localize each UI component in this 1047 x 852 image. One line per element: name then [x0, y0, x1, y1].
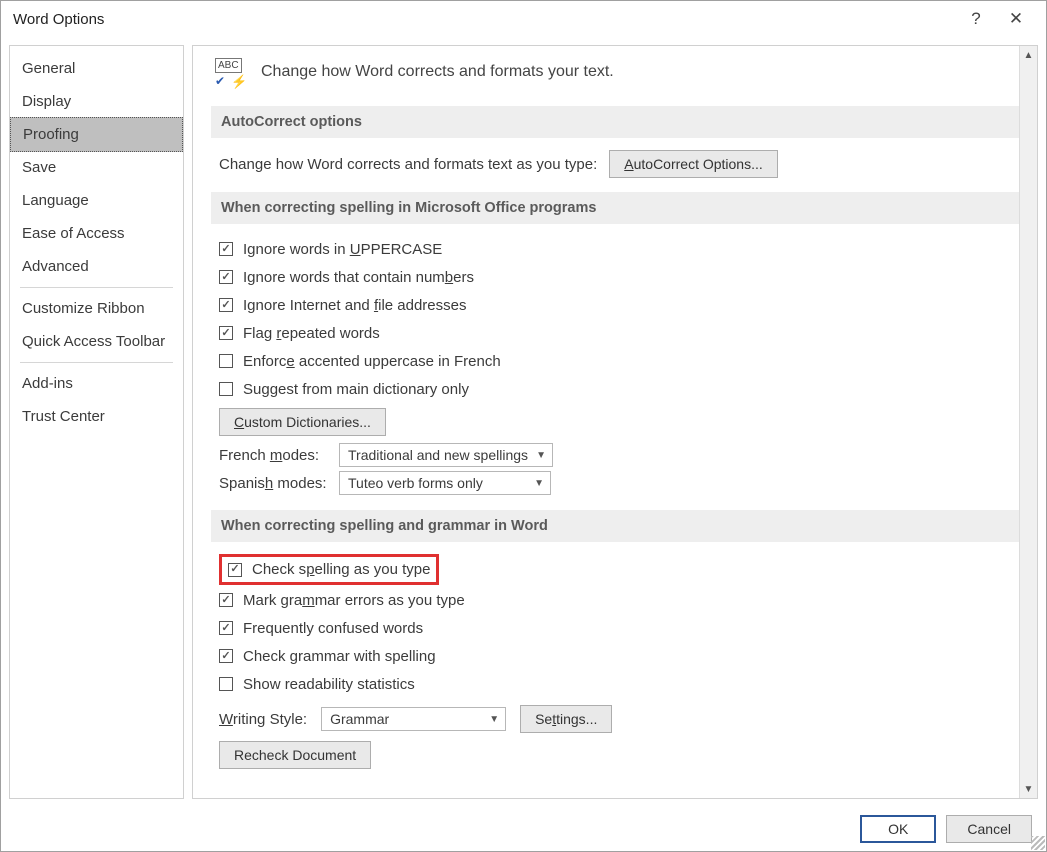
sidebar-item-custribbon[interactable]: Customize Ribbon: [10, 292, 183, 325]
page-header-text: Change how Word corrects and formats you…: [261, 63, 614, 81]
french-modes-label: French modes:: [219, 447, 329, 464]
sidebar-item-language[interactable]: Language: [10, 184, 183, 217]
content-area: ABC ✔ ⚡ Change how Word corrects and for…: [193, 46, 1037, 798]
close-icon[interactable]: ✕: [996, 9, 1036, 29]
autocorrect-options-button[interactable]: AutoCorrect Options...: [609, 150, 778, 178]
writing-style-select[interactable]: Grammar▼: [321, 707, 506, 731]
resize-grip-icon[interactable]: [1031, 836, 1045, 850]
cancel-button[interactable]: Cancel: [946, 815, 1032, 843]
page-header: ABC ✔ ⚡ Change how Word corrects and for…: [211, 46, 1019, 100]
main-panel: ABC ✔ ⚡ Change how Word corrects and for…: [192, 45, 1038, 799]
lbl-flag-repeated: Flag repeated words: [243, 325, 380, 342]
french-modes-select[interactable]: Traditional and new spellings▼: [339, 443, 553, 467]
scroll-up-icon[interactable]: ▲: [1020, 46, 1037, 64]
dialog-footer: OK Cancel: [1, 807, 1046, 851]
lbl-grammar-spelling: Check grammar with spelling: [243, 648, 436, 665]
chk-readability[interactable]: [219, 677, 233, 691]
chk-grammar-spelling[interactable]: [219, 649, 233, 663]
chk-ignore-numbers[interactable]: [219, 270, 233, 284]
scrollbar[interactable]: ▲ ▼: [1019, 46, 1037, 798]
help-icon[interactable]: ?: [956, 9, 996, 29]
chevron-down-icon: ▼: [489, 714, 499, 725]
lbl-ignore-numbers: Ignore words that contain numbers: [243, 269, 474, 286]
lbl-main-dict: Suggest from main dictionary only: [243, 381, 469, 398]
chk-ignore-uppercase[interactable]: [219, 242, 233, 256]
section-autocorrect: AutoCorrect options: [211, 106, 1019, 138]
chk-main-dict[interactable]: [219, 382, 233, 396]
lbl-ignore-internet: Ignore Internet and file addresses: [243, 297, 467, 314]
chk-enforce-accent[interactable]: [219, 354, 233, 368]
spanish-modes-label: Spanish modes:: [219, 475, 329, 492]
lbl-mark-grammar: Mark grammar errors as you type: [243, 592, 465, 609]
lbl-readability: Show readability statistics: [243, 676, 415, 693]
chevron-down-icon: ▼: [534, 478, 544, 489]
proofing-icon: ABC ✔ ⚡: [215, 58, 249, 86]
chk-check-spelling[interactable]: [228, 563, 242, 577]
chk-freq-confused[interactable]: [219, 621, 233, 635]
chk-mark-grammar[interactable]: [219, 593, 233, 607]
section-word-spelling: When correcting spelling and grammar in …: [211, 510, 1019, 542]
sidebar-item-ease[interactable]: Ease of Access: [10, 217, 183, 250]
sidebar-item-proofing[interactable]: Proofing: [10, 117, 183, 152]
custom-dictionaries-button[interactable]: Custom Dictionaries...: [219, 408, 386, 436]
scroll-down-icon[interactable]: ▼: [1020, 780, 1037, 798]
title-bar: Word Options ? ✕: [1, 1, 1046, 37]
chevron-down-icon: ▼: [536, 450, 546, 461]
autocorrect-desc: Change how Word corrects and formats tex…: [219, 156, 597, 173]
section-office-spelling: When correcting spelling in Microsoft Of…: [211, 192, 1019, 224]
settings-button[interactable]: Settings...: [520, 705, 612, 733]
ok-button[interactable]: OK: [860, 815, 936, 843]
sidebar-item-general[interactable]: General: [10, 52, 183, 85]
sidebar: General Display Proofing Save Language E…: [9, 45, 184, 799]
sidebar-item-trust[interactable]: Trust Center: [10, 400, 183, 433]
highlight-check-spelling: Check spelling as you type: [219, 554, 439, 585]
sidebar-item-qat[interactable]: Quick Access Toolbar: [10, 325, 183, 358]
dialog-title: Word Options: [11, 11, 956, 28]
lbl-enforce-accent: Enforce accented uppercase in French: [243, 353, 501, 370]
chk-flag-repeated[interactable]: [219, 326, 233, 340]
recheck-document-button[interactable]: Recheck Document: [219, 741, 371, 769]
writing-style-label: Writing Style:: [219, 711, 307, 728]
lbl-freq-confused: Frequently confused words: [243, 620, 423, 637]
lbl-ignore-uppercase: Ignore words in UPPERCASE: [243, 241, 442, 258]
word-options-dialog: Word Options ? ✕ General Display Proofin…: [0, 0, 1047, 852]
sidebar-item-addins[interactable]: Add-ins: [10, 367, 183, 400]
sidebar-separator: [20, 287, 173, 288]
spanish-modes-select[interactable]: Tuteo verb forms only▼: [339, 471, 551, 495]
sidebar-item-display[interactable]: Display: [10, 85, 183, 118]
sidebar-item-advanced[interactable]: Advanced: [10, 250, 183, 283]
chk-ignore-internet[interactable]: [219, 298, 233, 312]
dialog-body: General Display Proofing Save Language E…: [1, 37, 1046, 807]
sidebar-item-save[interactable]: Save: [10, 151, 183, 184]
sidebar-separator: [20, 362, 173, 363]
lbl-check-spelling: Check spelling as you type: [252, 561, 430, 578]
